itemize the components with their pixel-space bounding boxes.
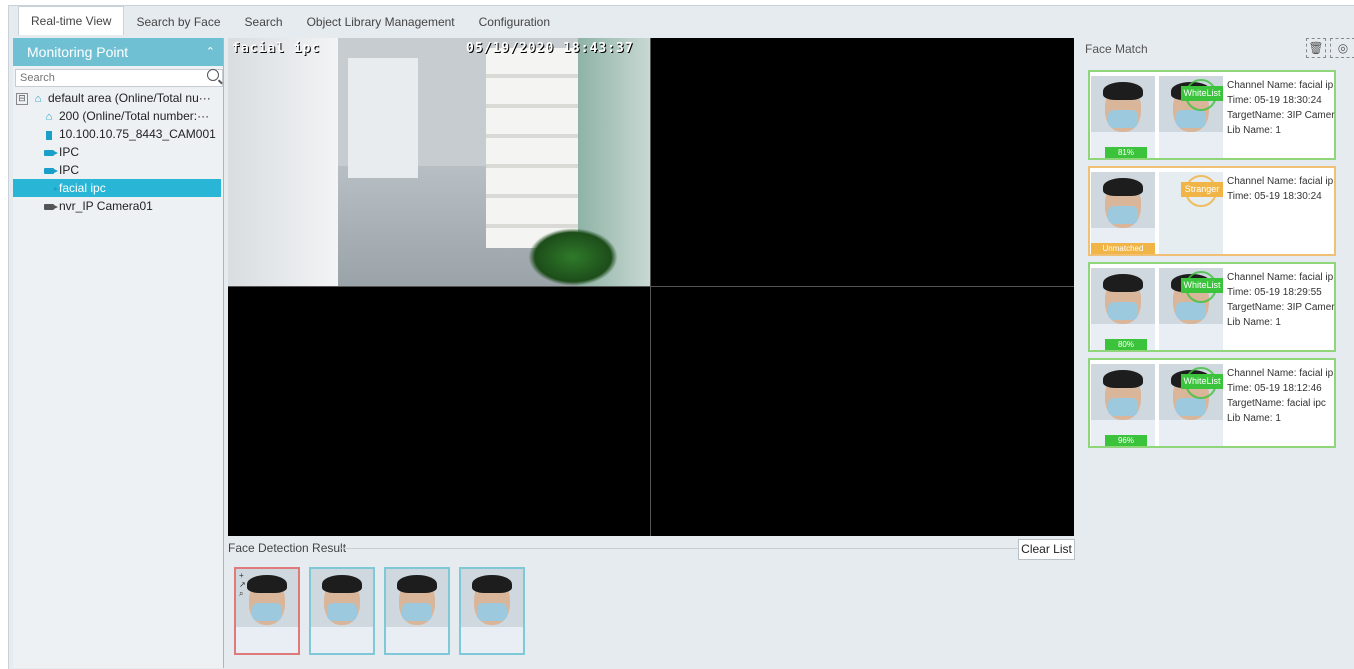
tree-item-label: 200 (Online/Total number:···	[59, 109, 210, 123]
library-image: Stranger	[1159, 172, 1223, 254]
video-window-2[interactable]	[651, 38, 1074, 286]
face-match-card[interactable]: Unmatched Stranger Channel Name: facial …	[1088, 166, 1336, 256]
similarity-badge: 80%	[1105, 339, 1147, 350]
snapshot-image: 96%	[1091, 364, 1155, 446]
hide-icon[interactable]: ◎	[1330, 38, 1354, 58]
similarity-badge: 81%	[1105, 147, 1147, 158]
tab-object-library-management[interactable]: Object Library Management	[295, 9, 467, 35]
detection-thumbnail[interactable]: + ↗ ⌕	[234, 567, 300, 655]
main-tabs: Real-time View Search by Face Search Obj…	[8, 5, 562, 35]
tab-configuration[interactable]: Configuration	[467, 9, 562, 35]
delete-icon[interactable]: 🗑	[1306, 38, 1326, 58]
channel-osd: facial ipc	[232, 41, 321, 56]
face-detection-title: Face Detection Result	[228, 541, 347, 555]
add-icon[interactable]: +	[239, 571, 246, 580]
detection-thumbnail[interactable]	[459, 567, 525, 655]
detection-thumbnail[interactable]	[384, 567, 450, 655]
video-window-3[interactable]	[228, 287, 650, 536]
chevron-up-icon[interactable]: ⌃	[206, 38, 215, 66]
snapshot-image: 81%	[1091, 76, 1155, 158]
tab-real-time-view[interactable]: Real-time View	[18, 6, 125, 35]
device-icon	[43, 126, 55, 144]
collapse-icon[interactable]: ⊟	[16, 92, 28, 105]
export-icon[interactable]: ↗	[239, 580, 246, 589]
divider	[340, 548, 1018, 549]
home-icon: ⌂	[34, 93, 42, 105]
whitelist-badge: WhiteList	[1181, 278, 1223, 293]
live-video-frame	[228, 38, 650, 286]
grid-divider	[228, 286, 1074, 287]
tree-item-default-area[interactable]: ⊟ ⌂ default area (Online/Total nu···	[13, 89, 223, 107]
tree-item-ipc-1[interactable]: IPC	[13, 143, 223, 161]
tab-search[interactable]: Search	[233, 9, 295, 35]
monitoring-point-header[interactable]: Monitoring Point ⌃	[13, 38, 223, 66]
match-info: Channel Name: facial ip Time: 05-19 18:3…	[1227, 176, 1334, 202]
search-icon[interactable]	[207, 69, 219, 81]
tab-search-by-face[interactable]: Search by Face	[124, 9, 232, 35]
library-image: WhiteList	[1159, 76, 1223, 158]
face-match-title: Face Match	[1085, 42, 1148, 56]
time-osd: 05/19/2020 18:43:37	[466, 41, 634, 56]
camera-icon	[43, 162, 58, 180]
tree-item-label: 10.100.10.75_8443_CAM001	[59, 127, 216, 141]
home-icon: ⌂	[45, 111, 53, 123]
detection-thumbnails: + ↗ ⌕	[234, 567, 525, 655]
tree-item-200[interactable]: ⌂ 200 (Online/Total number:···	[13, 107, 223, 125]
tree-item-label: IPC	[59, 145, 80, 159]
video-window-1[interactable]: facial ipc 05/19/2020 18:43:37	[228, 38, 650, 286]
video-grid: facial ipc 05/19/2020 18:43:37	[228, 38, 1074, 536]
match-info: Channel Name: facial ip Time: 05-19 18:3…	[1227, 80, 1335, 136]
whitelist-badge: WhiteList	[1181, 374, 1223, 389]
device-tree: ⊟ ⌂ default area (Online/Total nu··· ⌂ 200 …	[13, 89, 223, 215]
library-image: WhiteList	[1159, 364, 1223, 446]
search-input[interactable]	[16, 70, 204, 86]
tree-item-ipc-2[interactable]: IPC	[13, 161, 223, 179]
similarity-badge: 96%	[1105, 435, 1147, 446]
snapshot-image: Unmatched	[1091, 172, 1155, 254]
library-image: WhiteList	[1159, 268, 1223, 350]
camera-icon	[43, 144, 58, 162]
unmatched-badge: Unmatched	[1091, 243, 1155, 254]
panel-title: Monitoring Point	[27, 44, 129, 60]
face-match-card[interactable]: 81% WhiteList Channel Name: facial ip Ti…	[1088, 70, 1336, 160]
tree-item-label: IPC	[59, 163, 80, 177]
search-icon[interactable]: ⌕	[239, 589, 246, 598]
match-info: Channel Name: facial ip Time: 05-19 18:1…	[1227, 368, 1334, 424]
tree-item-nvr-camera01[interactable]: nvr_IP Camera01	[13, 197, 223, 215]
face-match-card[interactable]: 96% WhiteList Channel Name: facial ip Ti…	[1088, 358, 1336, 448]
camera-icon	[43, 180, 58, 198]
tree-item-facial-ipc[interactable]: facial ipc	[13, 179, 221, 197]
video-window-4[interactable]	[651, 287, 1074, 536]
camera-offline-icon	[43, 198, 58, 216]
tree-item-label: default area (Online/Total nu···	[48, 91, 211, 105]
detection-thumbnail[interactable]	[309, 567, 375, 655]
search-box	[15, 69, 223, 87]
stranger-badge: Stranger	[1181, 182, 1223, 197]
monitoring-point-panel: Monitoring Point ⌃ ⊟ ⌂ default area (Onlin…	[13, 38, 224, 668]
thumbnail-tools: + ↗ ⌕	[239, 571, 246, 598]
clear-list-button[interactable]: Clear List	[1018, 539, 1075, 560]
tree-item-label: facial ipc	[59, 181, 106, 195]
match-info: Channel Name: facial ip Time: 05-19 18:2…	[1227, 272, 1335, 328]
face-match-card[interactable]: 80% WhiteList Channel Name: facial ip Ti…	[1088, 262, 1336, 352]
grid-divider	[650, 38, 651, 536]
tree-item-cam001[interactable]: 10.100.10.75_8443_CAM001	[13, 125, 223, 143]
tree-item-label: nvr_IP Camera01	[59, 199, 153, 213]
snapshot-image: 80%	[1091, 268, 1155, 350]
whitelist-badge: WhiteList	[1181, 86, 1223, 101]
